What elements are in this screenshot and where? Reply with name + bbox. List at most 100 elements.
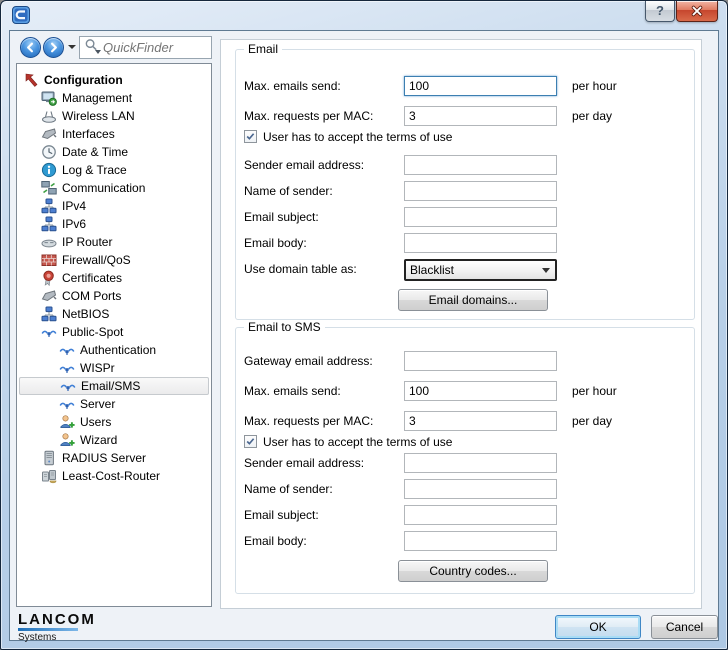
max-requests-label: Max. requests per MAC: [244,109,373,123]
terms-label: User has to accept the terms of use [263,130,452,144]
search-options-dropdown[interactable] [95,50,101,54]
sms-subject-input[interactable] [404,505,557,525]
configuration-tree: Configuration Management Wireless LAN In… [16,63,212,607]
communication-icon [41,180,57,196]
sender-email-input[interactable] [404,155,557,175]
router-icon [41,234,57,250]
tree-item-interfaces[interactable]: Interfaces [17,125,211,143]
tree-item-ipv4[interactable]: IPv4 [17,197,211,215]
sms-max-emails-input[interactable] [404,381,557,401]
ok-button[interactable]: OK [555,615,641,639]
sms-sender-email-label: Sender email address: [244,456,364,470]
wifi-icon [59,396,75,412]
max-emails-input[interactable] [404,76,557,96]
max-emails-label: Max. emails send: [244,79,341,93]
logo-text: LANCOM [18,612,96,627]
tree-item-firewall-qos[interactable]: Firewall/QoS [17,251,211,269]
user-add-icon [59,414,75,430]
app-window-icon[interactable] [12,6,30,24]
tree-item-users[interactable]: Users [17,413,211,431]
log-trace-icon [41,162,57,178]
network-icon [41,216,57,232]
user-add-icon [59,432,75,448]
lcr-icon [41,468,57,484]
tree-item-management[interactable]: Management [17,89,211,107]
com-port-icon [41,288,57,304]
dialog-client-area: Configuration Management Wireless LAN In… [9,30,719,641]
tree-item-log-trace[interactable]: Log & Trace [17,161,211,179]
tree-item-email-sms[interactable]: Email/SMS [19,377,209,395]
email-body-input[interactable] [404,233,557,253]
lancom-logo: LANCOM Systems [18,612,96,643]
cancel-button[interactable]: Cancel [651,615,718,639]
email-to-sms-group: Email to SMS Gateway email address: Max.… [235,327,695,594]
tree-item-certificates[interactable]: Certificates [17,269,211,287]
logo-underline [18,628,78,631]
tree-item-com-ports[interactable]: COM Ports [17,287,211,305]
chevron-down-icon [542,268,550,273]
sms-sender-name-input[interactable] [404,479,557,499]
settings-panel: Email Max. emails send: per hour Max. re… [220,39,702,609]
tree-item-authentication[interactable]: Authentication [17,341,211,359]
tree-item-wispr[interactable]: WISPr [17,359,211,377]
sms-body-label: Email body: [244,534,307,548]
logo-subtext: Systems [18,632,96,643]
quickfinder-box [79,36,212,59]
tree-item-netbios[interactable]: NetBIOS [17,305,211,323]
wifi-icon [60,378,76,394]
tree-item-configuration[interactable]: Configuration [17,71,211,89]
tree-item-date-time[interactable]: Date & Time [17,143,211,161]
gateway-email-label: Gateway email address: [244,354,373,368]
sender-name-input[interactable] [404,181,557,201]
max-requests-input[interactable] [404,106,557,126]
arrow-right-icon [44,40,63,55]
email-group: Email Max. emails send: per hour Max. re… [235,49,695,320]
max-emails-unit: per hour [572,79,617,93]
email-body-label: Email body: [244,236,307,250]
sms-body-input[interactable] [404,531,557,551]
sms-max-emails-label: Max. emails send: [244,384,341,398]
sms-max-requests-label: Max. requests per MAC: [244,414,373,428]
help-button[interactable]: ? [645,1,675,22]
back-button[interactable] [20,37,41,58]
tree-item-ipv6[interactable]: IPv6 [17,215,211,233]
email-domains-button[interactable]: Email domains... [398,289,548,311]
domain-table-label: Use domain table as: [244,262,357,276]
terms-checkbox[interactable] [244,130,257,143]
tree-item-communication[interactable]: Communication [17,179,211,197]
tree-item-server[interactable]: Server [17,395,211,413]
domain-table-select[interactable]: Blacklist [404,259,557,281]
close-icon [690,5,704,22]
tree-item-wireless-lan[interactable]: Wireless LAN [17,107,211,125]
tree-item-least-cost-router[interactable]: Least-Cost-Router [17,467,211,485]
configuration-icon [23,72,39,88]
nav-history-dropdown[interactable] [68,45,76,49]
sender-name-label: Name of sender: [244,184,333,198]
tree-item-ip-router[interactable]: IP Router [17,233,211,251]
close-button[interactable] [676,1,718,22]
email-subject-label: Email subject: [244,210,319,224]
sms-terms-checkbox[interactable] [244,435,257,448]
email-group-title: Email [244,42,282,56]
tree-item-wizard[interactable]: Wizard [17,431,211,449]
sms-terms-label: User has to accept the terms of use [263,435,452,449]
sms-sender-email-input[interactable] [404,453,557,473]
sender-email-label: Sender email address: [244,158,364,172]
email-subject-input[interactable] [404,207,557,227]
quickfinder-input[interactable] [103,40,203,55]
management-icon [41,90,57,106]
country-codes-button[interactable]: Country codes... [398,560,548,582]
sms-sender-name-label: Name of sender: [244,482,333,496]
sms-max-requests-input[interactable] [404,411,557,431]
firewall-icon [41,252,57,268]
server-icon [41,450,57,466]
network-icon [41,198,57,214]
date-time-icon [41,144,57,160]
wifi-icon [59,360,75,376]
tree-item-public-spot[interactable]: Public-Spot [17,323,211,341]
gateway-email-input[interactable] [404,351,557,371]
interfaces-icon [41,126,57,142]
forward-button[interactable] [43,37,64,58]
max-requests-unit: per day [572,109,612,123]
tree-item-radius-server[interactable]: RADIUS Server [17,449,211,467]
